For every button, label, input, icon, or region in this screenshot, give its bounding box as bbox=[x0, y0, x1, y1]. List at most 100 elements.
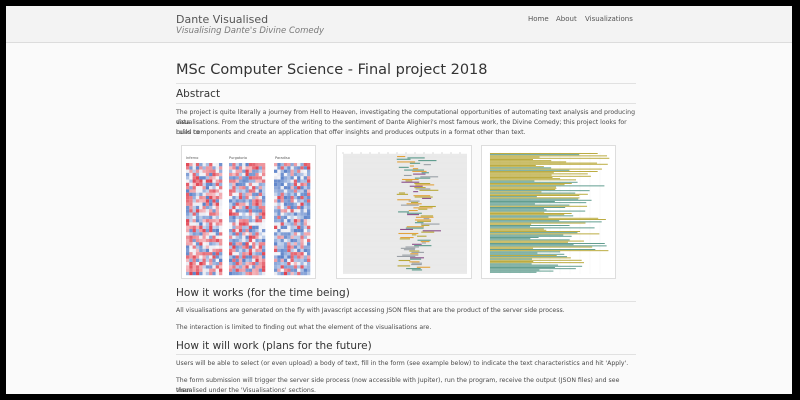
heatmap-cell bbox=[192, 262, 196, 266]
canto-bar bbox=[490, 255, 557, 256]
heatmap-cell bbox=[262, 229, 266, 233]
heatmap-cell bbox=[290, 166, 294, 170]
canto-bar bbox=[490, 241, 569, 243]
heatmap-cell bbox=[238, 169, 243, 173]
heatmap-cell bbox=[192, 179, 196, 183]
heatmap-cell bbox=[307, 265, 311, 269]
heatmap-cell bbox=[280, 242, 284, 246]
heatmap-cell bbox=[215, 192, 219, 196]
heatmap-cell bbox=[248, 229, 253, 233]
heatmap-cell bbox=[293, 219, 298, 223]
timeline-segment bbox=[410, 253, 419, 255]
timeline-segment bbox=[417, 220, 431, 222]
heatmap-cell bbox=[248, 258, 253, 262]
heatmap-cell bbox=[212, 262, 216, 266]
timeline-segment bbox=[400, 204, 419, 206]
heatmap-cell bbox=[283, 242, 288, 246]
heatmap-cell bbox=[248, 245, 253, 249]
heatmap-cell bbox=[186, 186, 190, 190]
heatmap-cell bbox=[258, 268, 262, 272]
canto-bar bbox=[490, 262, 585, 264]
heatmap-cell bbox=[192, 258, 196, 262]
heatmap-cell bbox=[202, 238, 206, 243]
heatmap-cell bbox=[290, 182, 294, 187]
timeline-segment bbox=[414, 219, 432, 221]
timeline-segment bbox=[420, 176, 439, 178]
canto-bar bbox=[490, 220, 560, 222]
heatmap-cell bbox=[215, 245, 219, 249]
heatmap-cell bbox=[232, 229, 236, 233]
heatmap-cell bbox=[242, 235, 246, 239]
heatmap-cell bbox=[258, 192, 262, 196]
timeline-segment bbox=[407, 157, 425, 159]
canto-bar bbox=[490, 190, 590, 192]
heatmap-cell bbox=[283, 182, 288, 187]
heatmap-cell bbox=[235, 238, 239, 243]
nav-about-link[interactable]: About bbox=[556, 15, 577, 23]
heatmap-cell bbox=[262, 209, 266, 213]
brand-title[interactable]: Dante Visualised bbox=[176, 13, 268, 26]
heatmap-cell bbox=[252, 169, 256, 173]
heatmap-cell bbox=[186, 196, 190, 200]
heatmap-cell bbox=[189, 176, 193, 180]
heatmap-cell bbox=[229, 163, 233, 167]
canto-bar bbox=[490, 226, 531, 228]
heatmap-cell bbox=[252, 196, 256, 200]
heatmap-cell bbox=[274, 262, 278, 266]
nav-visualizations-link[interactable]: Visualizations bbox=[585, 15, 633, 23]
heatmap-cell bbox=[232, 166, 236, 170]
heatmap-cell bbox=[303, 189, 307, 193]
heatmap-cell bbox=[290, 192, 294, 196]
heatmap-cell bbox=[195, 232, 200, 236]
heatmap-cell bbox=[202, 252, 206, 256]
heatmap-cell bbox=[209, 192, 213, 196]
heatmap-cell bbox=[297, 225, 301, 229]
heatmap-cell bbox=[297, 199, 301, 203]
heatmap-cell bbox=[262, 179, 266, 183]
heatmap-cell bbox=[262, 245, 266, 249]
heatmap-cell bbox=[219, 229, 223, 233]
heatmap-cell bbox=[189, 169, 193, 173]
heatmap-cell bbox=[238, 268, 243, 272]
heatmap-cell bbox=[192, 219, 196, 223]
heatmap-cell bbox=[242, 232, 246, 236]
heatmap-cell bbox=[205, 232, 210, 236]
heatmap-cell bbox=[232, 196, 236, 200]
heatmap-cell bbox=[307, 169, 311, 173]
heatmap-cell bbox=[205, 192, 210, 196]
heatmap-cell bbox=[245, 179, 249, 183]
how-it-works-paragraph-1: All visualisations are generated on the … bbox=[176, 307, 565, 314]
heatmap-cell bbox=[202, 189, 206, 193]
heatmap-cell bbox=[212, 255, 216, 259]
heatmap-cell bbox=[202, 179, 206, 183]
heatmap-cell bbox=[238, 219, 243, 223]
canto-bar bbox=[490, 157, 610, 159]
timeline-segment bbox=[400, 228, 414, 230]
heatmap-cell bbox=[274, 212, 278, 216]
how-it-works-divider bbox=[176, 301, 636, 302]
heatmap-cell bbox=[258, 189, 262, 193]
heatmap-cell bbox=[303, 163, 307, 167]
heatmap-cell bbox=[219, 219, 223, 223]
heatmap-cell bbox=[189, 255, 193, 259]
heatmap-cell bbox=[290, 179, 294, 183]
heatmap-cell bbox=[202, 176, 206, 180]
timeline-segment bbox=[397, 161, 416, 163]
heatmap-cell bbox=[255, 189, 259, 193]
heatmap-cell bbox=[262, 166, 266, 170]
timeline-segment bbox=[417, 239, 431, 241]
heatmap-cell bbox=[303, 186, 307, 190]
heatmap-cell bbox=[189, 245, 193, 249]
heatmap-cell bbox=[189, 209, 193, 213]
heatmap-cell bbox=[280, 252, 284, 256]
heatmap-cell bbox=[248, 235, 253, 239]
canto-bar bbox=[490, 165, 536, 166]
canto-bar bbox=[490, 243, 605, 244]
nav-home-link[interactable]: Home bbox=[528, 15, 549, 23]
heatmap-cell bbox=[274, 235, 278, 239]
heatmap-cell bbox=[235, 229, 239, 233]
heatmap-cell bbox=[258, 225, 262, 229]
heatmap-cell bbox=[209, 199, 213, 203]
heatmap-cell bbox=[205, 252, 210, 256]
heatmap-cell bbox=[293, 196, 298, 200]
